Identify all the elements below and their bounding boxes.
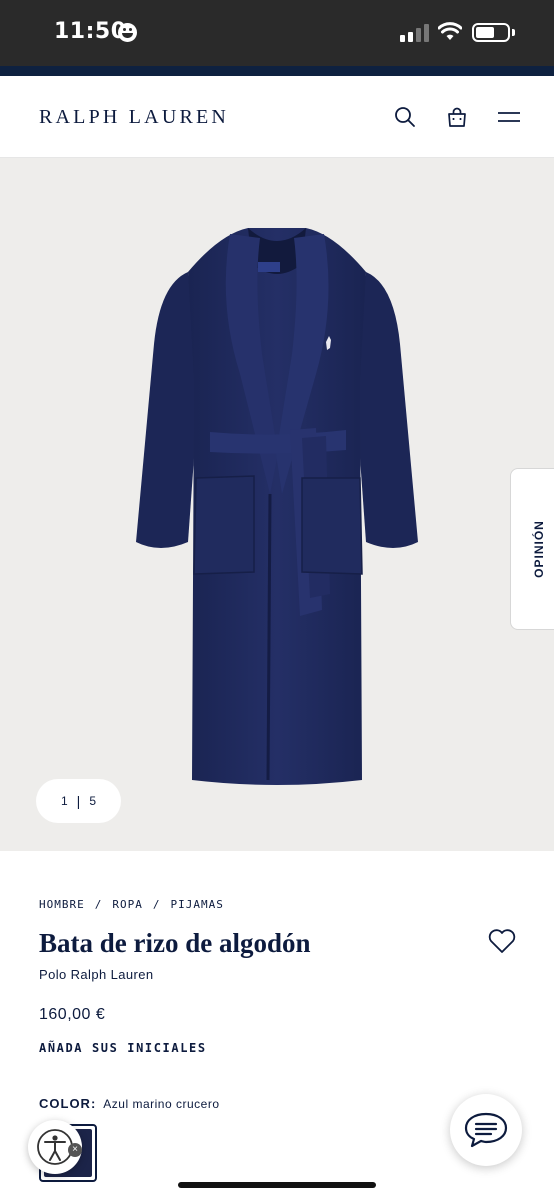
site-header: RALPH LAUREN [0,76,554,158]
product-brand: Polo Ralph Lauren [39,967,154,982]
search-icon [395,107,415,127]
wifi-icon [438,22,462,40]
feedback-label: OPINIÓN [532,520,546,578]
smiley-icon [118,23,137,42]
add-initials-link[interactable]: AÑADA SUS INICIALES [39,1041,207,1055]
feedback-tab[interactable]: OPINIÓN [510,468,554,630]
pager-total: 5 [89,794,96,808]
chat-button[interactable] [450,1094,522,1166]
status-time: 11:50 [54,19,127,44]
breadcrumb-separator: / [94,898,103,911]
color-value: Azul marino crucero [103,1097,220,1111]
bag-button[interactable] [442,102,472,132]
breadcrumb-hombre[interactable]: HOMBRE [39,898,85,911]
brand-logo[interactable]: RALPH LAUREN [39,106,229,129]
status-bar: 11:50 [0,0,554,66]
home-indicator [178,1182,376,1188]
top-strip [0,66,554,76]
signal-icon [400,24,430,42]
breadcrumb-ropa[interactable]: ROPA [112,898,143,911]
menu-button[interactable] [494,102,524,132]
breadcrumb-pijamas[interactable]: PIJAMAS [171,898,224,911]
bag-icon [448,107,466,127]
breadcrumb-separator: / [152,898,161,911]
wishlist-button[interactable] [487,927,517,957]
color-label: COLOR: [39,1096,97,1111]
menu-icon [498,112,520,122]
accessibility-close-icon[interactable]: × [68,1143,82,1157]
pager-separator: | [76,793,81,809]
breadcrumb: HOMBRE / ROPA / PIJAMAS [39,898,224,911]
heart-icon [488,929,516,953]
product-price: 160,00 € [39,1006,106,1023]
battery-icon [472,23,510,42]
product-image-gallery[interactable]: 1 | 5 [0,158,554,851]
gallery-pager[interactable]: 1 | 5 [36,779,121,823]
product-title: Bata de rizo de algodón [39,928,311,958]
color-row: COLOR: Azul marino crucero [39,1096,220,1111]
product-image [136,228,418,785]
chat-icon [464,1112,508,1148]
pager-current: 1 [60,794,68,808]
search-button[interactable] [390,102,420,132]
